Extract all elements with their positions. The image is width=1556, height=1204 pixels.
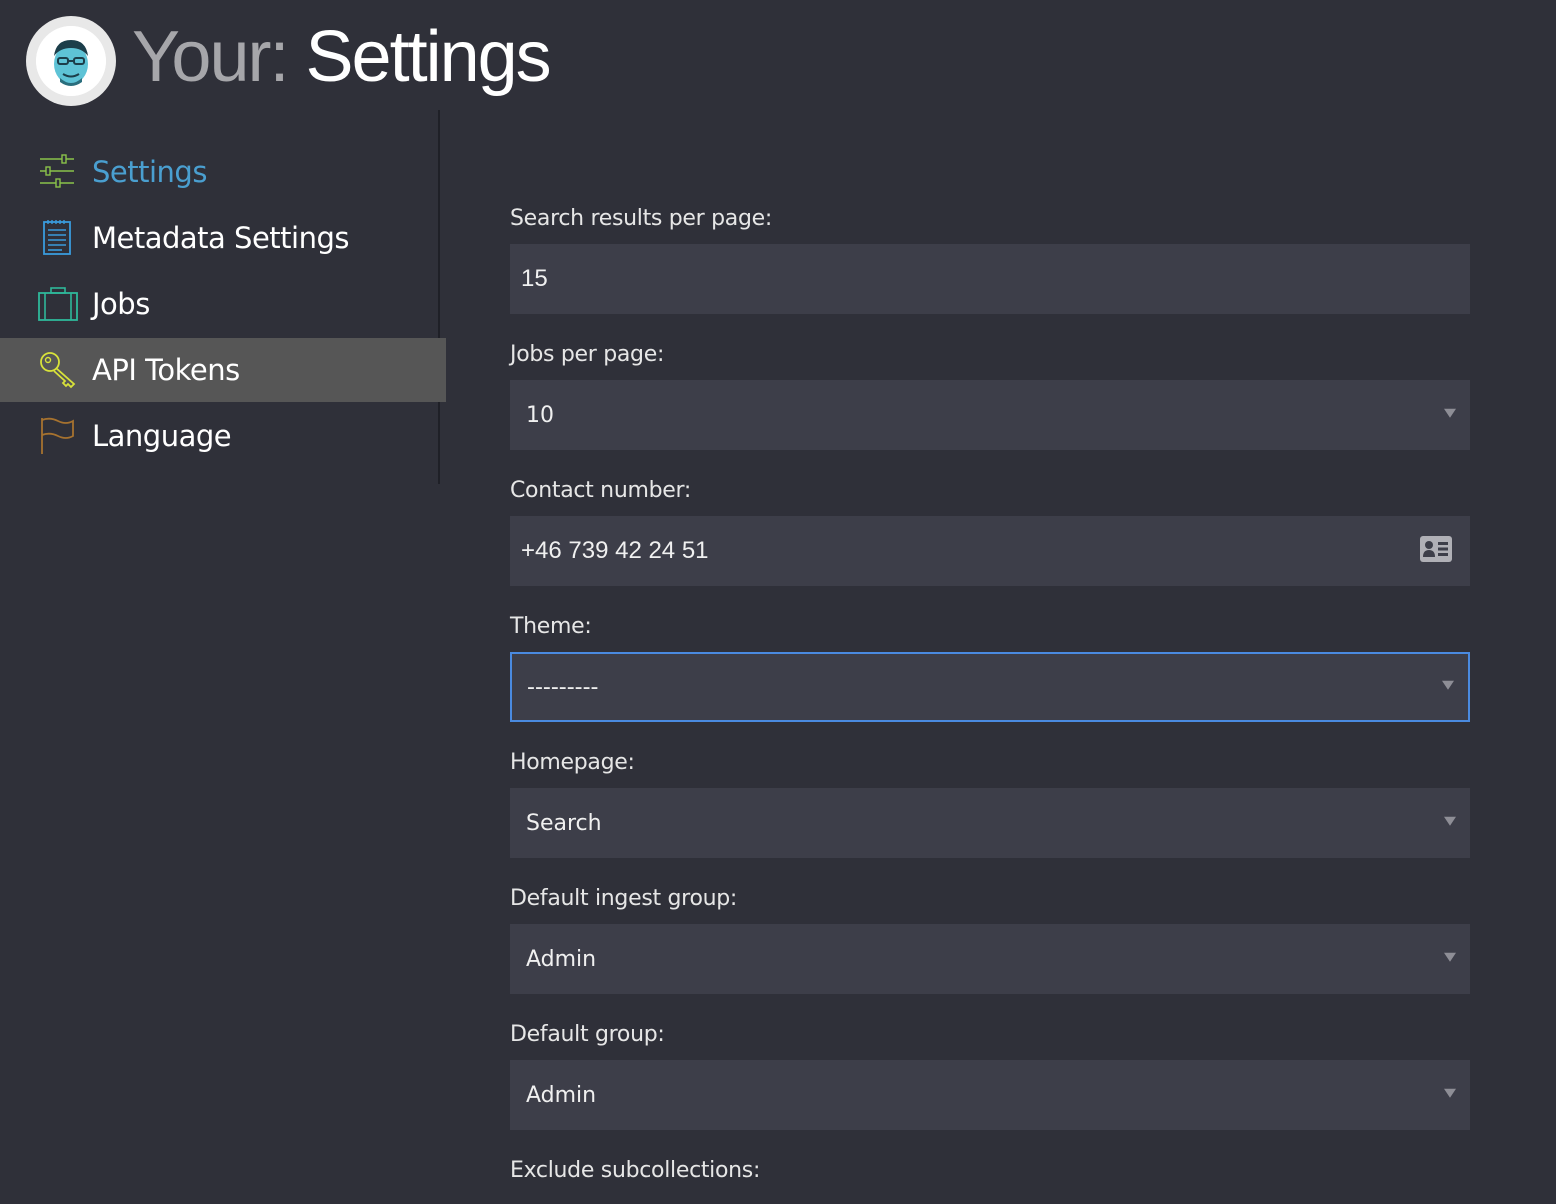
contact-number-label: Contact number:	[510, 478, 691, 503]
exclude-subcollections-label: Exclude subcollections:	[510, 1158, 761, 1183]
page-header: Your: Settings	[26, 16, 552, 106]
theme-label: Theme:	[510, 614, 592, 639]
flag-icon	[38, 416, 78, 456]
contact-number-value: +46 739 42 24 51	[521, 537, 709, 564]
default-group-select[interactable]: Admin	[510, 1060, 1470, 1130]
chevron-down-icon	[1444, 408, 1456, 418]
sidebar-item-jobs[interactable]: Jobs	[0, 272, 446, 336]
jobs-per-page-select[interactable]: 10	[510, 380, 1470, 450]
settings-page: Your: Settings Settings Metadata Setting…	[0, 0, 1556, 1204]
briefcase-icon	[38, 284, 78, 324]
sidebar-item-api-tokens[interactable]: API Tokens	[0, 338, 446, 402]
jobs-per-page-value: 10	[526, 402, 554, 428]
homepage-select[interactable]: Search	[510, 788, 1470, 858]
page-title: Your: Settings	[132, 21, 552, 93]
search-results-label: Search results per page:	[510, 206, 772, 231]
sliders-icon	[38, 152, 78, 192]
search-results-value: 15	[521, 265, 548, 292]
default-group-label: Default group:	[510, 1022, 665, 1047]
title-prefix: Your:	[132, 17, 289, 97]
sidebar-item-label: Jobs	[92, 287, 150, 321]
chevron-down-icon	[1442, 680, 1454, 690]
theme-value: ---------	[527, 674, 599, 700]
jobs-per-page-label: Jobs per page:	[510, 342, 665, 367]
contact-number-input[interactable]: +46 739 42 24 51	[510, 516, 1470, 586]
homepage-label: Homepage:	[510, 750, 635, 775]
sidebar-item-metadata-settings[interactable]: Metadata Settings	[0, 206, 446, 270]
key-icon	[38, 350, 78, 390]
chevron-down-icon	[1444, 952, 1456, 962]
default-ingest-group-label: Default ingest group:	[510, 886, 738, 911]
default-group-value: Admin	[526, 1082, 597, 1108]
theme-select[interactable]: ---------	[510, 652, 1470, 722]
sidebar-nav: Settings Metadata Settings Jobs API Toke…	[0, 140, 446, 470]
notepad-icon	[38, 218, 78, 258]
sidebar-item-label: Language	[92, 419, 232, 453]
avatar[interactable]	[26, 16, 116, 106]
homepage-value: Search	[526, 810, 602, 836]
sidebar-item-label: Settings	[92, 155, 207, 189]
default-ingest-group-value: Admin	[526, 946, 597, 972]
sidebar-item-label: API Tokens	[92, 353, 240, 387]
search-results-input[interactable]: 15	[510, 244, 1470, 314]
chevron-down-icon	[1444, 816, 1456, 826]
title-main: Settings	[305, 17, 552, 97]
sidebar-item-settings[interactable]: Settings	[0, 140, 446, 204]
default-ingest-group-select[interactable]: Admin	[510, 924, 1470, 994]
chevron-down-icon	[1444, 1088, 1456, 1098]
sidebar-item-label: Metadata Settings	[92, 221, 350, 255]
user-avatar-icon	[36, 26, 106, 96]
contact-card-icon[interactable]	[1420, 536, 1452, 566]
sidebar-item-language[interactable]: Language	[0, 404, 446, 468]
